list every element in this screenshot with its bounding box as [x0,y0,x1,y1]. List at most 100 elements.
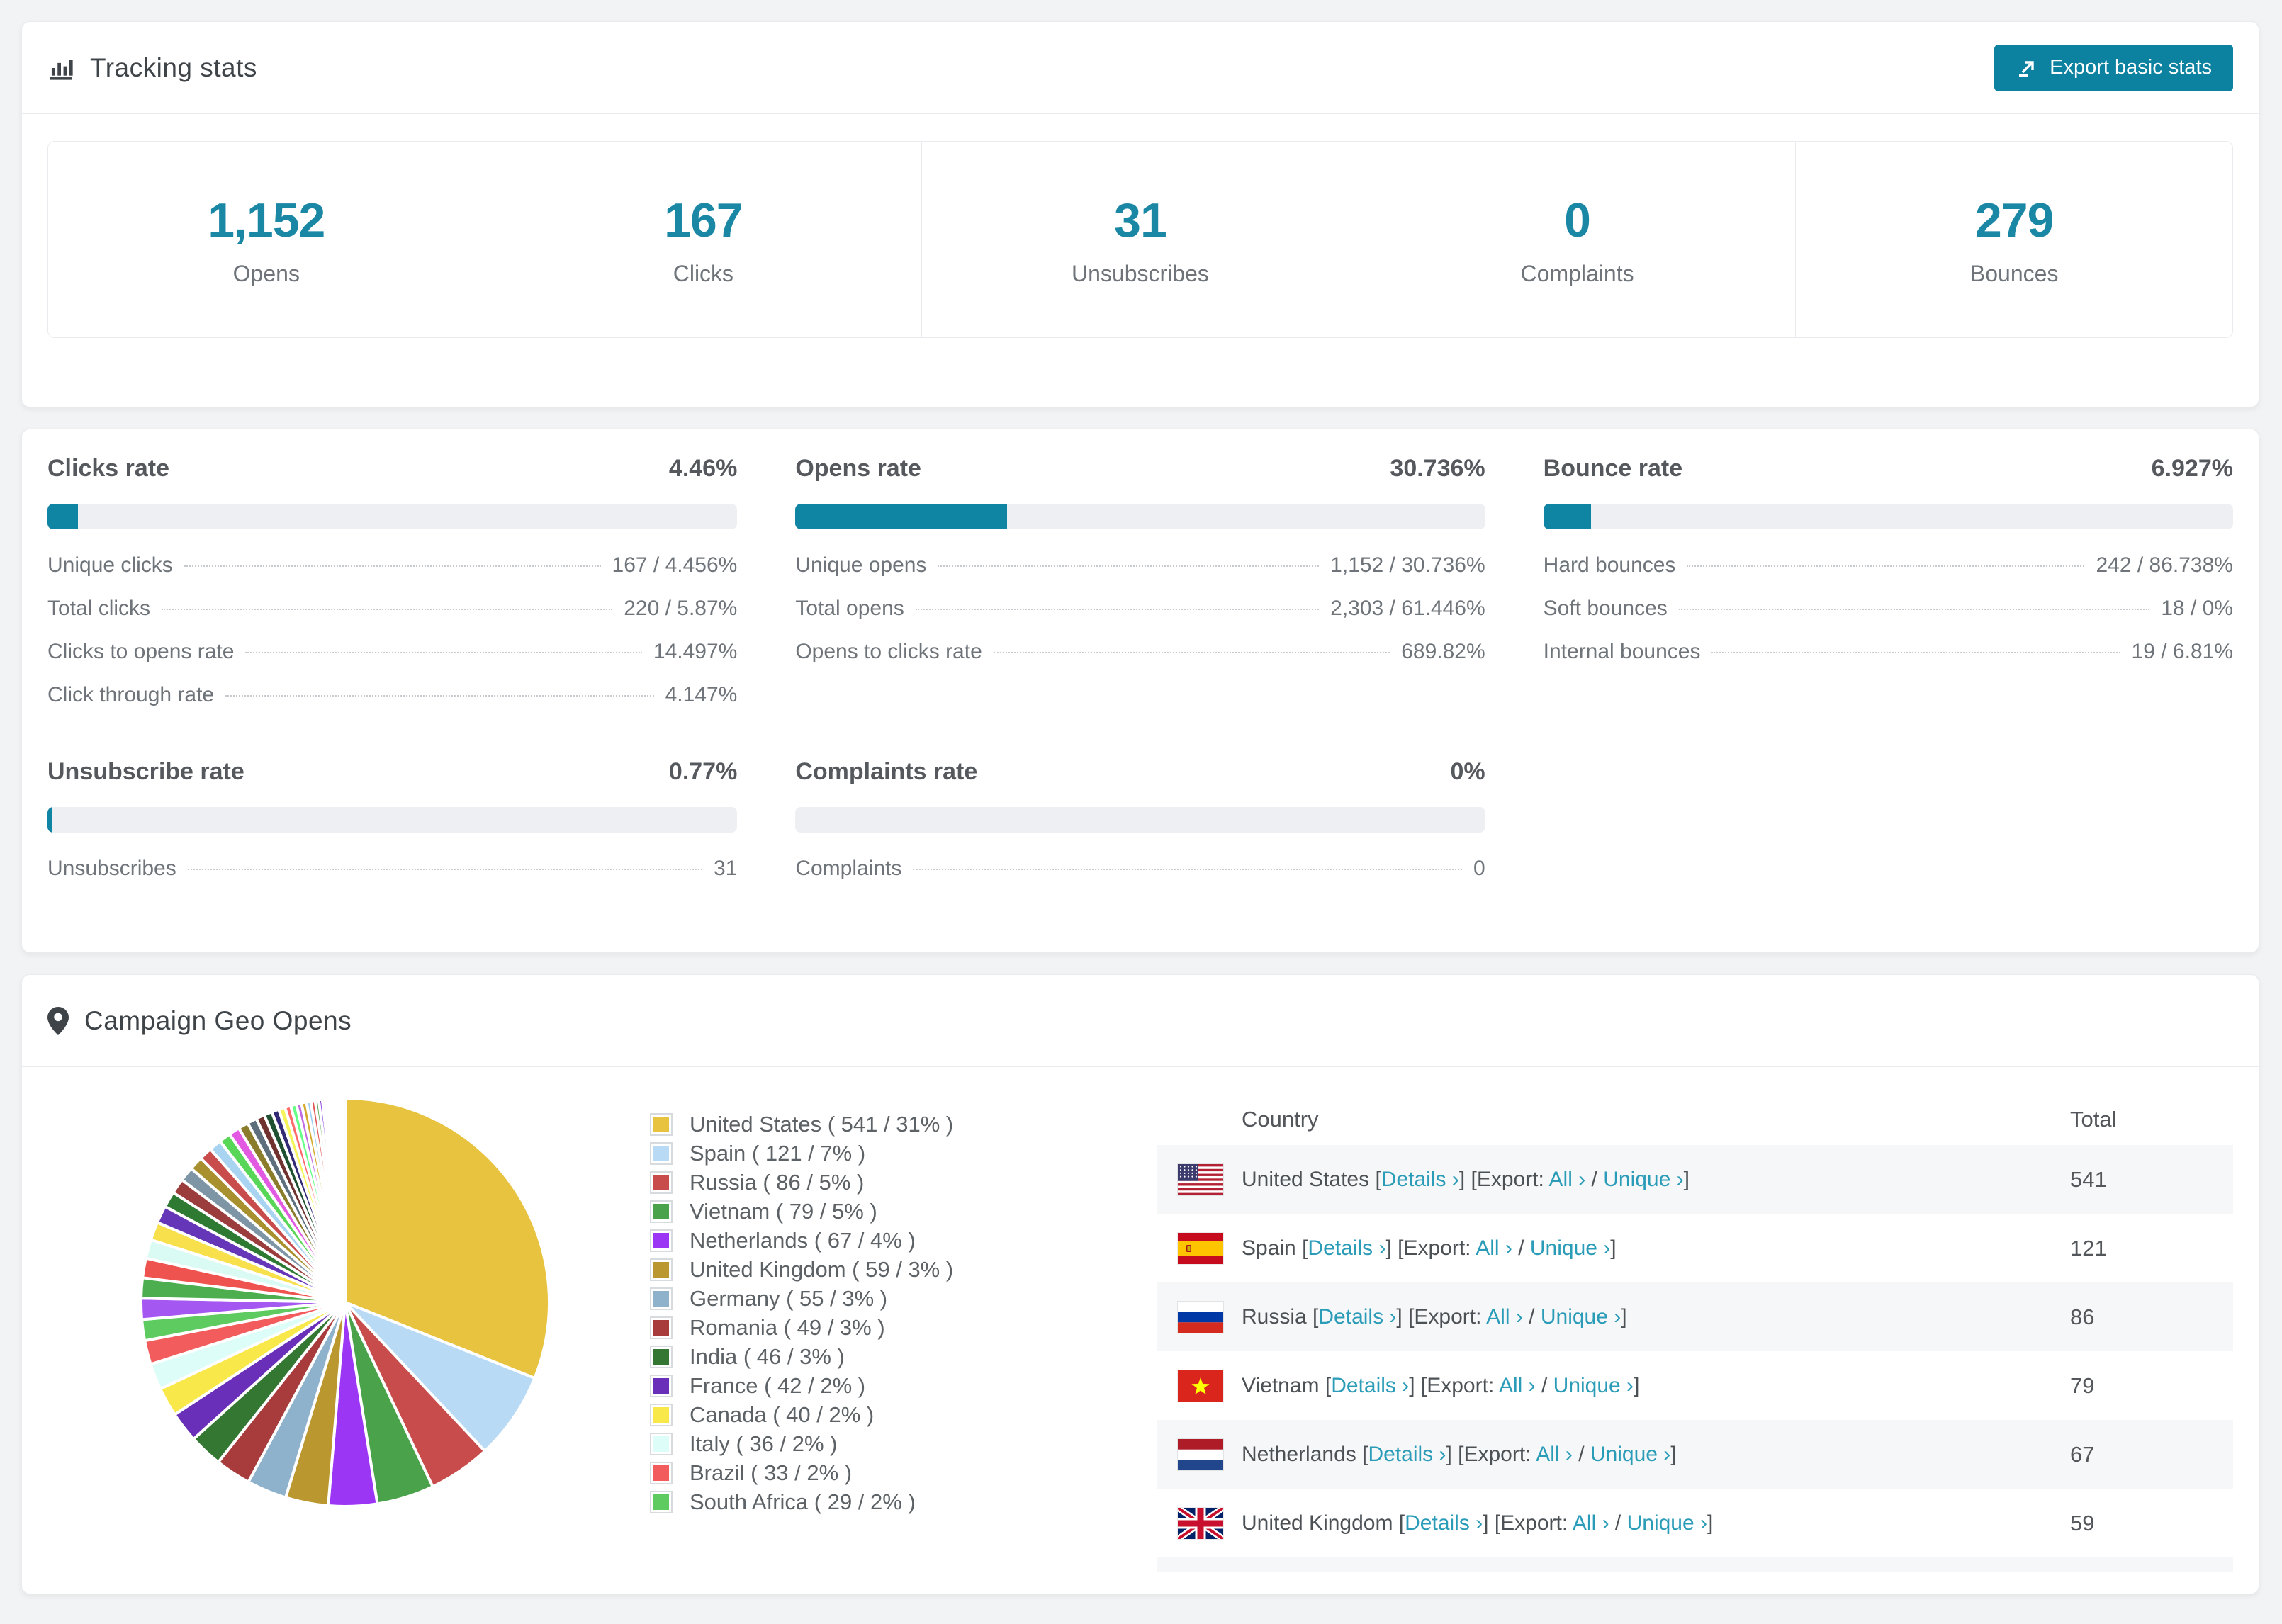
dotted-leader [162,609,613,610]
rate-row-label: Total clicks [47,597,151,620]
slash-text: / [1609,1511,1627,1535]
rate-title-row: Opens rate 30.736% [795,455,1485,483]
slash-text: / [1512,1236,1530,1260]
details-link[interactable]: Details › [1368,1443,1446,1466]
export-all-link[interactable]: All › [1486,1305,1523,1329]
country-cell: United States [Details ›] [Export: All ›… [1242,1168,2070,1192]
export-unique-link[interactable]: Unique › [1603,1168,1683,1191]
rate-row-value: 167 / 4.456% [612,553,738,577]
legend-item: Germany ( 55 / 3% ) [650,1284,1089,1313]
export-unique-link[interactable]: Unique › [1530,1236,1610,1260]
stat-cell-opens: 1,152 Opens [48,142,485,337]
bracket-text: ] [1621,1304,1627,1329]
rate-value: 0% [1450,758,1485,785]
export-unique-link[interactable]: Unique › [1627,1511,1707,1535]
rate-row-value: 4.147% [665,683,738,706]
rate-detail-rows: Complaints 0 [795,857,1485,881]
rate-detail-rows: Hard bounces 242 / 86.738% Soft bounces 18 … [1544,553,2233,664]
bracket-text: ] [Export: [1458,1167,1549,1191]
country-cell: Vietnam [Details ›] [Export: All › / Uni… [1242,1374,2070,1398]
rate-progress-fill [47,504,79,529]
rate-detail-rows: Unique opens 1,152 / 30.736% Total opens 2,… [795,553,1485,664]
rate-progress-track [1543,504,2233,529]
total-cell: 79 [2070,1372,2095,1398]
total-cell: 541 [2070,1166,2107,1192]
pie-slice-other-56 [342,1096,347,1304]
rate-detail-row: Total clicks 220 / 5.87% [47,597,737,621]
export-all-link[interactable]: All › [1499,1374,1536,1397]
rate-title-row: Clicks rate 4.46% [47,455,737,483]
rate-row-label: Complaints [795,857,902,880]
country-cell: United Kingdom [Details ›] [Export: All … [1242,1511,2070,1535]
legend-item: Canada ( 40 / 2% ) [650,1400,1089,1429]
slash-text: / [1535,1373,1553,1397]
dotted-leader [913,869,1462,870]
table-row-vn: Vietnam [Details ›] [Export: All › / Uni… [1157,1351,2233,1420]
legend-swatch [650,1287,673,1310]
geo-pie-chart [133,1090,558,1572]
details-link[interactable]: Details › [1331,1374,1409,1397]
legend-label: United States ( 541 / 31% ) [690,1111,954,1137]
legend-swatch [650,1461,673,1484]
rate-row-value: 242 / 86.738% [2096,553,2233,577]
dotted-leader [187,869,702,870]
export-unique-link[interactable]: Unique › [1590,1443,1670,1466]
legend-label: South Africa ( 29 / 2% ) [690,1489,916,1514]
rate-row-label: Clicks to opens rate [47,640,235,663]
rate-row-label: Hard bounces [1543,553,1676,577]
geo-opens-card: Campaign Geo Opens United States ( 541 /… [21,974,2259,1594]
bracket-text: [ [1398,1511,1405,1535]
bracket-text: [ [1325,1373,1332,1397]
rates-grid: Clicks rate 4.46% Unique clicks 167 / 4.456… [47,455,2233,881]
rate-detail-row: Unique opens 1,152 / 30.736% [795,553,1485,577]
legend-item: Romania ( 49 / 3% ) [650,1313,1089,1342]
rate-row-label: Unsubscribes [47,857,176,880]
geo-table: Country Total United States [Details ›] … [1157,1094,2233,1572]
rate-detail-row: Soft bounces 18 / 0% [1544,597,2233,621]
export-basic-stats-button[interactable]: Export basic stats [1994,44,2233,91]
stat-value: 0 [1564,193,1591,247]
rate-title-row: Bounce rate 6.927% [1544,455,2233,483]
rate-title: Bounce rate [1543,455,1683,482]
legend-swatch [650,1374,673,1397]
geo-table-header: Country Total [1157,1094,2233,1145]
details-link[interactable]: Details › [1381,1168,1459,1191]
total-column-header: Total [2070,1107,2117,1132]
slash-text: / [1572,1442,1590,1466]
geo-opens-title: Campaign Geo Opens [84,1005,352,1035]
rate-panel-clicks-rate: Clicks rate 4.46% Unique clicks 167 / 4.456… [47,455,738,707]
legend-label: Netherlands ( 67 / 4% ) [690,1227,916,1253]
country-cell: Spain [Details ›] [Export: All › / Uniqu… [1242,1236,2070,1261]
slash-text: / [1585,1167,1604,1191]
bracket-text: ] [1707,1511,1714,1535]
bracket-text: ] [Export: [1409,1373,1499,1397]
rate-detail-row: Total opens 2,303 / 61.446% [795,597,1485,621]
export-unique-link[interactable]: Unique › [1553,1374,1634,1397]
legend-label: India ( 46 / 3% ) [690,1343,845,1369]
details-link[interactable]: Details › [1308,1236,1386,1260]
legend-label: Romania ( 49 / 3% ) [690,1314,885,1340]
tracking-stats-header: Tracking stats Export basic stats [22,22,2259,114]
legend-label: Italy ( 36 / 2% ) [690,1431,838,1456]
total-cell: 86 [2070,1304,2095,1329]
table-row-de: Germany [Details ›] [Export: All › / Uni… [1157,1557,2233,1572]
legend-swatch [650,1403,673,1426]
stat-value: 167 [664,193,743,247]
stat-cell-bounces: 279 Bounces [1796,142,2232,337]
rate-progress-fill [795,504,1008,529]
rate-row-value: 19 / 6.81% [2131,640,2233,663]
export-all-link[interactable]: All › [1549,1168,1586,1191]
export-unique-link[interactable]: Unique › [1541,1305,1621,1329]
rate-title: Complaints rate [795,758,978,785]
export-all-link[interactable]: All › [1536,1443,1573,1466]
details-link[interactable]: Details › [1318,1305,1396,1329]
total-cell: 67 [2070,1441,2095,1467]
country-name: Russia [1242,1304,1313,1329]
country-name: United States [1242,1167,1376,1191]
legend-item: India ( 46 / 3% ) [650,1342,1089,1371]
rate-row-label: Unique opens [795,553,927,577]
export-all-link[interactable]: All › [1573,1511,1609,1535]
details-link[interactable]: Details › [1405,1511,1483,1535]
export-all-link[interactable]: All › [1476,1236,1512,1260]
rates-card: Clicks rate 4.46% Unique clicks 167 / 4.456… [21,429,2259,953]
